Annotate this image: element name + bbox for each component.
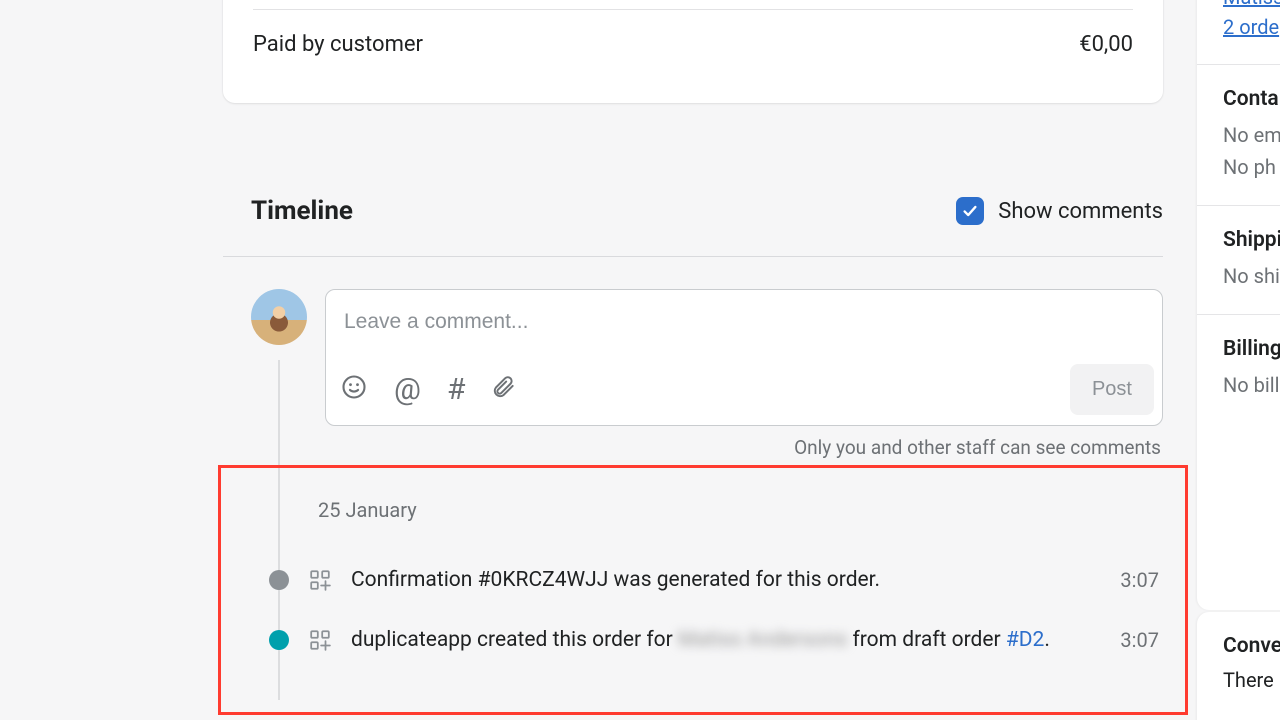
customer-orders-link[interactable]: 2 orde — [1223, 12, 1280, 42]
event-message: Confirmation #0KRCZ4WJJ was generated fo… — [351, 568, 1100, 592]
show-comments-label: Show comments — [998, 199, 1163, 224]
draft-order-link[interactable]: #D2 — [1006, 628, 1045, 652]
show-comments-checkbox[interactable] — [956, 197, 984, 225]
contact-email: No em — [1223, 119, 1280, 151]
comment-input[interactable] — [326, 290, 1162, 354]
timeline-section: Timeline Show comments — [223, 196, 1163, 459]
timeline-event[interactable]: duplicateapp created this order for Mati… — [223, 610, 1163, 670]
timeline-event[interactable]: Confirmation #0KRCZ4WJJ was generated fo… — [223, 550, 1163, 610]
paid-value: €0,00 — [1079, 32, 1133, 57]
event-message: duplicateapp created this order for Mati… — [351, 628, 1100, 652]
customer-link[interactable]: Matiss — [1223, 0, 1280, 12]
comment-visibility-note: Only you and other staff can see comment… — [325, 426, 1163, 459]
timeline-events: 25 January Confirmation #0KRCZ4WJJ was g… — [223, 498, 1163, 670]
mention-icon[interactable]: @ — [394, 375, 421, 405]
contact-heading: Conta — [1223, 87, 1280, 111]
app-icon — [309, 569, 331, 591]
paid-label: Paid by customer — [253, 32, 423, 57]
event-time: 3:07 — [1120, 628, 1163, 652]
timeline-title: Timeline — [223, 196, 353, 226]
comment-composer: @ # Post — [325, 289, 1163, 426]
timeline-date: 25 January — [223, 498, 1163, 522]
billing-value: No bill — [1223, 369, 1280, 401]
event-time: 3:07 — [1120, 568, 1163, 592]
order-sidebar: Matiss 2 orde Conta No em No ph Shippi N… — [1197, 0, 1280, 610]
conversion-heading: Conve — [1223, 634, 1280, 658]
billing-heading: Billing — [1223, 337, 1280, 361]
conversion-value: There — [1223, 668, 1280, 692]
paid-row: Paid by customer €0,00 — [253, 10, 1133, 79]
post-button[interactable]: Post — [1070, 364, 1154, 415]
contact-phone: No ph — [1223, 151, 1280, 183]
attachment-icon[interactable] — [491, 374, 517, 406]
conversion-sidebar: Conve There — [1197, 612, 1280, 720]
avatar — [251, 289, 307, 345]
emoji-icon[interactable] — [340, 373, 368, 407]
payment-summary-card: Total €0,00 Paid by customer €0,00 — [223, 0, 1163, 103]
shipping-heading: Shippi — [1223, 228, 1280, 252]
event-dot-icon — [269, 630, 289, 650]
shipping-value: No shi — [1223, 260, 1280, 292]
total-row: Total €0,00 — [253, 0, 1133, 10]
app-icon — [309, 629, 331, 651]
event-dot-icon — [269, 570, 289, 590]
hashtag-icon[interactable]: # — [447, 375, 465, 405]
